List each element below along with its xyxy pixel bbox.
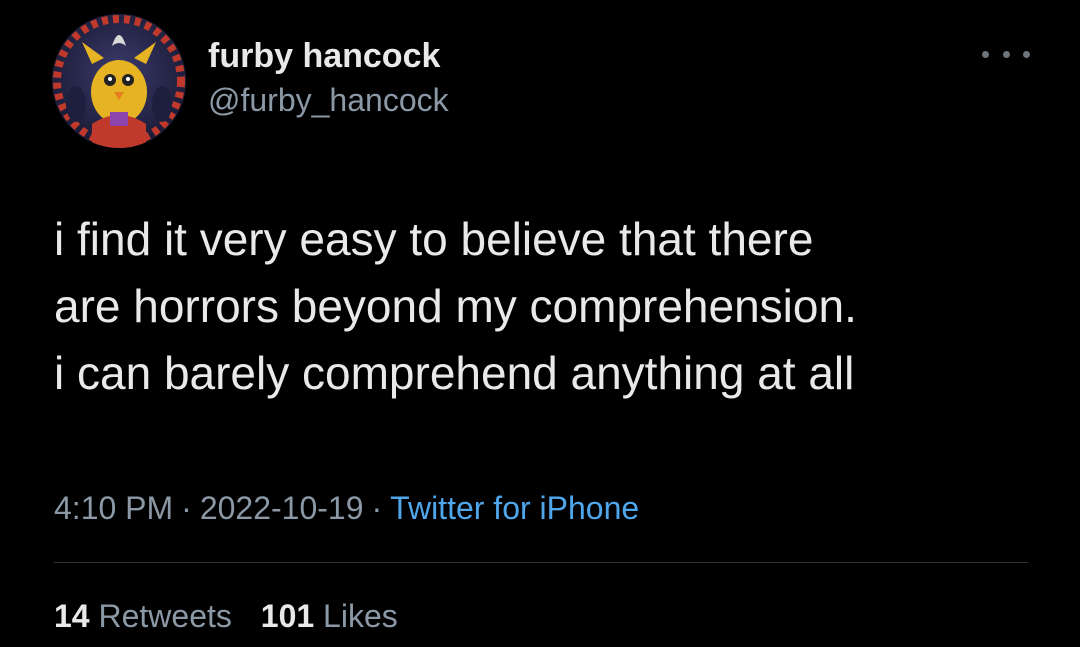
tweet-date[interactable]: 2022-10-19 <box>200 490 364 526</box>
meta-separator: · <box>181 490 192 526</box>
tweet-text-line: are horrors beyond my comprehension. <box>54 280 857 332</box>
author-info: furby hancock @furby_hancock <box>208 36 449 120</box>
more-dot-icon <box>1002 50 1010 58</box>
tweet-time[interactable]: 4:10 PM <box>54 490 173 526</box>
meta-separator: · <box>371 490 383 526</box>
tweet-text-line: i find it very easy to believe that ther… <box>54 213 814 265</box>
tweet-meta: 4:10 PM · 2022-10-19 · Twitter for iPhone <box>54 486 639 530</box>
tweet-card: furby hancock @furby_hancock i find it v… <box>0 0 1080 647</box>
more-dot-icon <box>1023 50 1030 58</box>
likes-stat[interactable]: 101 Likes <box>261 598 398 634</box>
furby-avatar-icon <box>52 14 186 148</box>
retweets-stat[interactable]: 14 Retweets <box>54 598 232 634</box>
tweet-text-line: i can barely comprehend anything at all <box>54 347 855 399</box>
avatar[interactable] <box>52 14 186 148</box>
likes-count: 101 <box>260 598 315 634</box>
retweets-count: 14 <box>54 598 90 634</box>
retweets-label: Retweets <box>98 598 232 634</box>
likes-label: Likes <box>323 598 398 634</box>
tweet-source-link[interactable]: Twitter for iPhone <box>390 490 639 526</box>
more-options-button[interactable] <box>982 40 1030 68</box>
divider <box>54 562 1028 563</box>
more-dot-icon <box>982 50 989 58</box>
tweet-stats: 14 Retweets 101 Likes <box>54 594 418 638</box>
display-name[interactable]: furby hancock <box>208 36 449 76</box>
user-handle[interactable]: @furby_hancock <box>208 80 449 120</box>
tweet-text: i find it very easy to believe that ther… <box>54 206 1044 407</box>
